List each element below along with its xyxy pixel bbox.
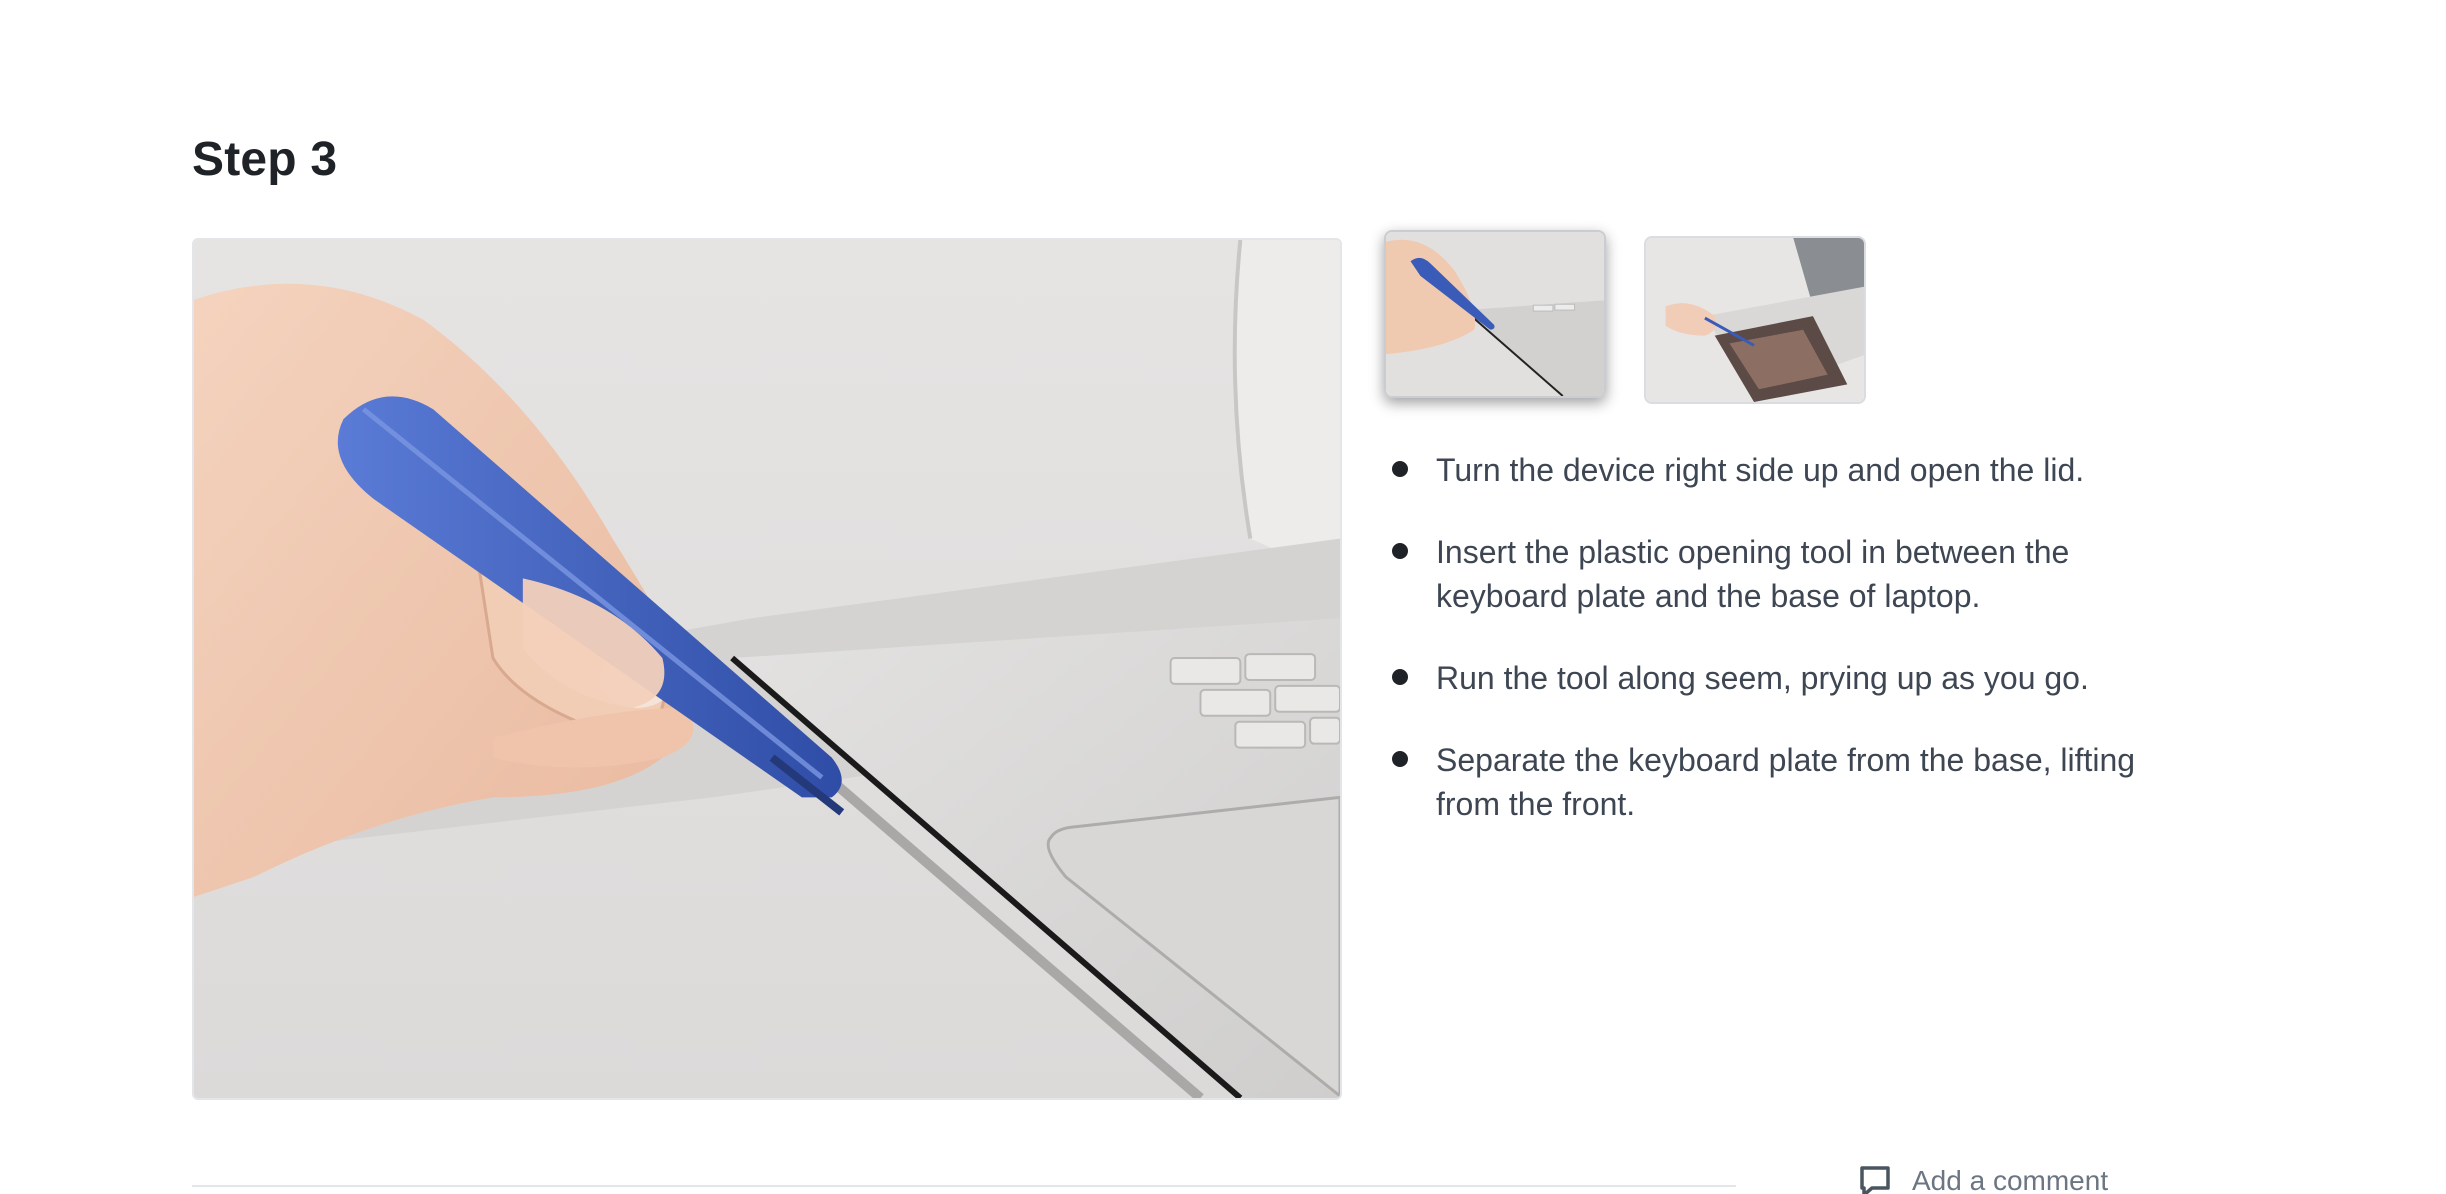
opened-laptop-thumbnail <box>1646 238 1864 402</box>
instruction-item: Separate the keyboard plate from the bas… <box>1390 738 2150 826</box>
instruction-text: Run the tool along seem, prying up as yo… <box>1436 660 2089 696</box>
prying-tool-thumbnail <box>1386 232 1604 396</box>
instruction-text: Turn the device right side up and open t… <box>1436 452 2085 488</box>
laptop-prying-photo <box>194 240 1340 1098</box>
instruction-item: Run the tool along seem, prying up as yo… <box>1390 656 2150 700</box>
thumbnail-2[interactable] <box>1644 236 1866 404</box>
main-step-image[interactable] <box>192 238 1342 1100</box>
guide-step: Step 3 Turn the device right side up and… <box>0 0 2446 1194</box>
step-title: Step 3 <box>192 133 338 186</box>
instruction-text: Insert the plastic opening tool in betwe… <box>1436 534 2070 614</box>
bullet-dot <box>1392 543 1408 559</box>
add-comment-label: Add a comment <box>1912 1165 2109 1194</box>
section-divider <box>192 1185 1736 1187</box>
instruction-item: Turn the device right side up and open t… <box>1390 448 2150 492</box>
comment-icon <box>1858 1164 1892 1194</box>
instruction-list: Turn the device right side up and open t… <box>1390 448 2150 864</box>
bullet-dot <box>1392 669 1408 685</box>
add-comment-button[interactable]: Add a comment <box>1858 1164 2108 1194</box>
bullet-dot <box>1392 461 1408 477</box>
bullet-dot <box>1392 751 1408 767</box>
instruction-text: Separate the keyboard plate from the bas… <box>1436 742 2136 822</box>
thumbnail-1[interactable] <box>1384 230 1606 398</box>
instruction-item: Insert the plastic opening tool in betwe… <box>1390 530 2150 618</box>
